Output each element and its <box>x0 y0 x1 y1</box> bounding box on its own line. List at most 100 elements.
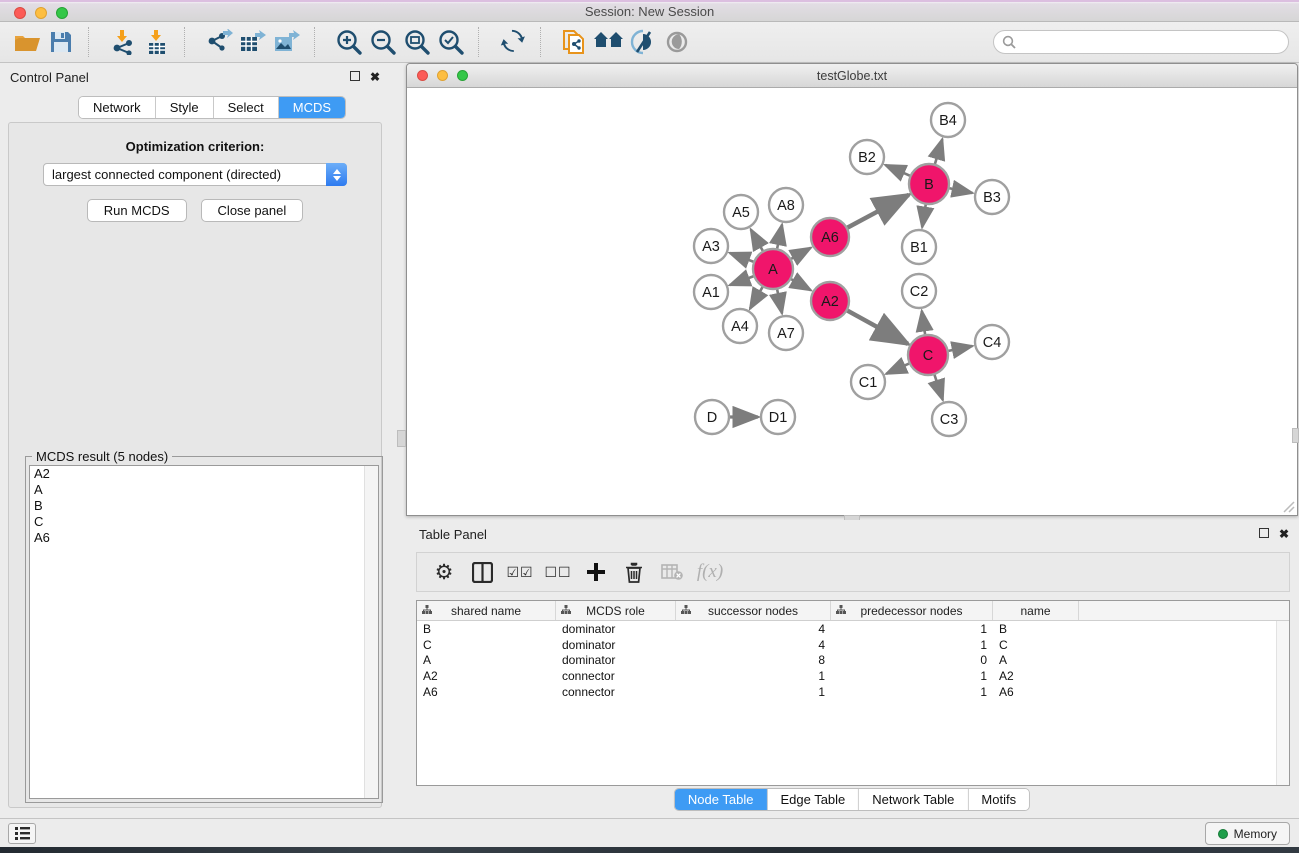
select-all-icon[interactable]: ☑☑ <box>505 558 535 586</box>
zoom-window-icon[interactable] <box>56 7 68 19</box>
cell-successor_nodes[interactable]: 8 <box>676 653 831 667</box>
edge-C-C4[interactable] <box>947 346 973 351</box>
tab-mcds[interactable]: MCDS <box>279 97 345 118</box>
cell-shared_name[interactable]: A6 <box>417 685 556 699</box>
add-column-icon[interactable] <box>581 558 611 586</box>
cell-name[interactable]: A2 <box>993 669 1079 683</box>
cell-successor_nodes[interactable]: 4 <box>676 622 831 636</box>
edge-A-A4[interactable] <box>750 285 763 308</box>
edge-B-B2[interactable] <box>885 165 911 176</box>
cell-shared_name[interactable]: B <box>417 622 556 636</box>
tab-network-table[interactable]: Network Table <box>859 789 968 810</box>
edge-A-A6[interactable] <box>790 248 811 260</box>
columns-icon[interactable] <box>467 558 497 586</box>
float-panel-icon[interactable] <box>350 70 360 84</box>
edge-A-A1[interactable] <box>730 276 755 285</box>
cell-successor_nodes[interactable]: 1 <box>676 669 831 683</box>
show-eye-icon[interactable] <box>660 27 694 57</box>
zoom-fit-icon[interactable] <box>400 27 434 57</box>
tab-node-table[interactable]: Node Table <box>675 789 768 810</box>
edge-A-A7[interactable] <box>777 288 782 314</box>
close-window-icon[interactable] <box>14 7 26 19</box>
result-item[interactable]: C <box>30 514 378 530</box>
cell-predecessor_nodes[interactable]: 1 <box>831 622 993 636</box>
edge-B-B1[interactable] <box>922 203 926 227</box>
minimize-window-icon[interactable] <box>35 7 47 19</box>
window-controls[interactable] <box>14 7 68 19</box>
cell-name[interactable]: A <box>993 653 1079 667</box>
cell-mcds_role[interactable]: connector <box>556 669 676 683</box>
network-graph[interactable]: B4B2BB3A5A8A6A3B1AA1A2C2A4A7C4CC1C3DD1 <box>407 88 1297 515</box>
mcds-result-list[interactable]: A2ABCA6 <box>29 465 379 799</box>
export-network-icon[interactable] <box>202 27 236 57</box>
tab-select[interactable]: Select <box>214 97 279 118</box>
run-mcds-button[interactable]: Run MCDS <box>87 199 187 222</box>
column-header-MCDS-role[interactable]: MCDS role <box>556 601 676 620</box>
refresh-icon[interactable] <box>496 27 530 57</box>
float-table-panel-icon[interactable] <box>1259 527 1269 541</box>
edge-B-B3[interactable] <box>948 188 973 193</box>
node-table[interactable]: shared nameMCDS rolesuccessor nodesprede… <box>416 600 1290 786</box>
table-scrollbar[interactable] <box>1276 621 1289 785</box>
cell-shared_name[interactable]: C <box>417 638 556 652</box>
result-item[interactable]: A2 <box>30 466 378 482</box>
result-item[interactable]: A <box>30 482 378 498</box>
table-row[interactable]: Adominator80A <box>417 653 1289 669</box>
delete-icon[interactable] <box>619 558 649 586</box>
splitter-handle[interactable] <box>1292 428 1299 443</box>
tab-motifs[interactable]: Motifs <box>968 789 1029 810</box>
save-session-icon[interactable] <box>44 27 78 57</box>
home-layout-icon[interactable] <box>592 27 626 57</box>
edge-A-A8[interactable] <box>777 225 782 251</box>
delete-table-icon[interactable] <box>657 558 687 586</box>
clear-selection-icon[interactable]: ☐☐ <box>543 558 573 586</box>
result-item[interactable]: B <box>30 498 378 514</box>
clone-network-icon[interactable] <box>558 27 592 57</box>
cell-successor_nodes[interactable]: 4 <box>676 638 831 652</box>
cell-predecessor_nodes[interactable]: 1 <box>831 685 993 699</box>
export-image-icon[interactable] <box>270 27 304 57</box>
zoom-out-icon[interactable] <box>366 27 400 57</box>
table-row[interactable]: A2connector11A2 <box>417 668 1289 684</box>
cell-predecessor_nodes[interactable]: 0 <box>831 653 993 667</box>
cell-name[interactable]: B <box>993 622 1079 636</box>
open-session-icon[interactable] <box>10 27 44 57</box>
criterion-dropdown[interactable]: largest connected component (directed) <box>43 163 347 186</box>
network-canvas[interactable]: B4B2BB3A5A8A6A3B1AA1A2C2A4A7C4CC1C3DD1 <box>407 88 1297 515</box>
tab-style[interactable]: Style <box>156 97 214 118</box>
zoom-view-icon[interactable] <box>457 70 468 81</box>
edge-A-A2[interactable] <box>790 278 811 290</box>
memory-button[interactable]: Memory <box>1205 822 1290 845</box>
gear-icon[interactable]: ⚙ <box>429 558 459 586</box>
zoom-in-icon[interactable] <box>332 27 366 57</box>
cell-name[interactable]: A6 <box>993 685 1079 699</box>
hide-style-icon[interactable] <box>626 27 660 57</box>
close-view-icon[interactable] <box>417 70 428 81</box>
splitter-handle[interactable] <box>397 430 406 447</box>
search-input[interactable] <box>1016 35 1288 49</box>
search-field[interactable] <box>993 30 1289 54</box>
cell-name[interactable]: C <box>993 638 1079 652</box>
close-table-panel-icon[interactable]: ✖ <box>1279 527 1289 541</box>
edge-C-C3[interactable] <box>934 373 943 400</box>
export-table-icon[interactable] <box>236 27 270 57</box>
edge-C-C2[interactable] <box>922 311 926 336</box>
cell-predecessor_nodes[interactable]: 1 <box>831 669 993 683</box>
network-window-controls[interactable] <box>417 70 468 81</box>
column-header-successor-nodes[interactable]: successor nodes <box>676 601 831 620</box>
edge-A2-C[interactable] <box>846 310 908 344</box>
table-header-row[interactable]: shared nameMCDS rolesuccessor nodesprede… <box>417 601 1289 621</box>
result-item[interactable]: A6 <box>30 530 378 546</box>
edge-A-A5[interactable] <box>751 229 764 252</box>
cell-mcds_role[interactable]: dominator <box>556 622 676 636</box>
close-panel-icon[interactable]: ✖ <box>370 70 380 84</box>
column-header-predecessor-nodes[interactable]: predecessor nodes <box>831 601 993 620</box>
minimize-view-icon[interactable] <box>437 70 448 81</box>
table-row[interactable]: A6connector11A6 <box>417 684 1289 700</box>
table-row[interactable]: Bdominator41B <box>417 621 1289 637</box>
cell-mcds_role[interactable]: dominator <box>556 653 676 667</box>
edge-B-B4[interactable] <box>934 139 942 166</box>
function-builder-icon[interactable]: f(x) <box>695 558 725 586</box>
cell-shared_name[interactable]: A <box>417 653 556 667</box>
result-scrollbar[interactable] <box>364 466 378 798</box>
